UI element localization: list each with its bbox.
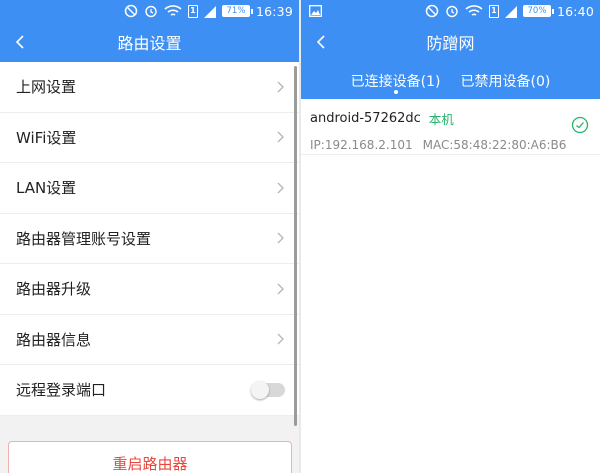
this-device-badge: 本机 — [428, 112, 454, 127]
gallery-notification-icon — [309, 4, 322, 18]
menu-item-admin-account-settings[interactable]: 路由器管理账号设置 — [0, 214, 299, 264]
menu-item-lan-settings[interactable]: LAN设置 — [0, 163, 299, 214]
wifi-icon — [465, 4, 483, 18]
device-details: IP:192.168.2.101 MAC:58:48:22:80:A6:B6 — [310, 138, 588, 152]
menu-item-label: 路由器管理账号设置 — [16, 229, 152, 248]
alarm-icon — [144, 4, 158, 18]
sim-icon: 1 — [187, 4, 198, 18]
sim-icon: 1 — [488, 4, 499, 18]
signal-icon — [203, 4, 216, 18]
back-arrow-icon[interactable] — [313, 33, 331, 51]
menu-item-label: 路由器升级 — [16, 280, 92, 299]
device-mac: MAC:58:48:22:80:A6:B6 — [422, 138, 567, 152]
chevron-right-icon — [277, 81, 284, 93]
scrollbar[interactable] — [294, 66, 297, 426]
battery-icon: 70% — [522, 4, 554, 18]
title-bar: 路由设置 — [0, 22, 299, 62]
device-tabs: 已连接设备(1) 已禁用设备(0) — [301, 62, 600, 99]
page-title: 路由设置 — [117, 34, 182, 53]
settings-menu: 上网设置 WiFi设置 LAN设置 路由器管理账号设置 路由器升级 路由器信息 … — [0, 62, 299, 416]
menu-item-router-upgrade[interactable]: 路由器升级 — [0, 264, 299, 315]
tab-blocked-devices[interactable]: 已禁用设备(0) — [451, 62, 561, 99]
chevron-right-icon — [277, 333, 284, 345]
router-settings-screen: 1 71% 16:39 路由设置 上网设置 WiFi设置 LAN设置 路由器管理… — [0, 0, 299, 473]
anti-freeload-screen: 1 70% 16:40 防蹭网 已连接设备(1) 已禁用设备(0) androi… — [301, 0, 600, 473]
chevron-right-icon — [277, 131, 284, 143]
remote-login-toggle[interactable] — [251, 380, 285, 399]
chevron-right-icon — [277, 283, 284, 295]
mute-icon — [425, 4, 439, 18]
back-arrow-icon[interactable] — [12, 33, 30, 51]
battery-level: 71% — [221, 5, 253, 17]
menu-item-label: WiFi设置 — [16, 128, 77, 147]
battery-icon: 71% — [221, 4, 253, 18]
allowed-check-icon[interactable] — [571, 116, 589, 134]
wifi-icon — [164, 4, 182, 18]
menu-item-remote-login-port: 远程登录端口 — [0, 365, 299, 416]
menu-item-label: 上网设置 — [16, 78, 77, 97]
page-title: 防蹭网 — [426, 34, 475, 53]
chevron-right-icon — [277, 182, 284, 194]
title-bar: 防蹭网 — [301, 22, 600, 62]
clock: 16:39 — [255, 3, 293, 19]
chevron-right-icon — [277, 232, 284, 244]
menu-item-label: LAN设置 — [16, 179, 77, 198]
sim-label: 1 — [187, 4, 198, 18]
menu-item-internet-settings[interactable]: 上网设置 — [0, 62, 299, 113]
tab-connected-devices[interactable]: 已连接设备(1) — [341, 62, 451, 99]
alarm-icon — [445, 4, 459, 18]
device-header: android-57262dc 本机 — [310, 109, 588, 128]
menu-item-wifi-settings[interactable]: WiFi设置 — [0, 113, 299, 163]
status-bar: 1 70% 16:40 — [301, 0, 600, 22]
battery-level: 70% — [522, 5, 554, 17]
status-bar: 1 71% 16:39 — [0, 0, 299, 22]
sim-label: 1 — [488, 4, 499, 18]
menu-item-router-info[interactable]: 路由器信息 — [0, 315, 299, 365]
mute-icon — [124, 4, 138, 18]
clock: 16:40 — [556, 3, 594, 19]
menu-item-label: 路由器信息 — [16, 330, 92, 349]
signal-icon — [504, 4, 517, 18]
device-row[interactable]: android-57262dc 本机 IP:192.168.2.101 MAC:5… — [301, 99, 600, 155]
menu-item-label: 远程登录端口 — [16, 381, 107, 400]
reboot-router-button[interactable]: 重启路由器 — [8, 441, 292, 473]
device-ip: IP:192.168.2.101 — [310, 138, 413, 152]
device-name: android-57262dc — [310, 111, 421, 126]
